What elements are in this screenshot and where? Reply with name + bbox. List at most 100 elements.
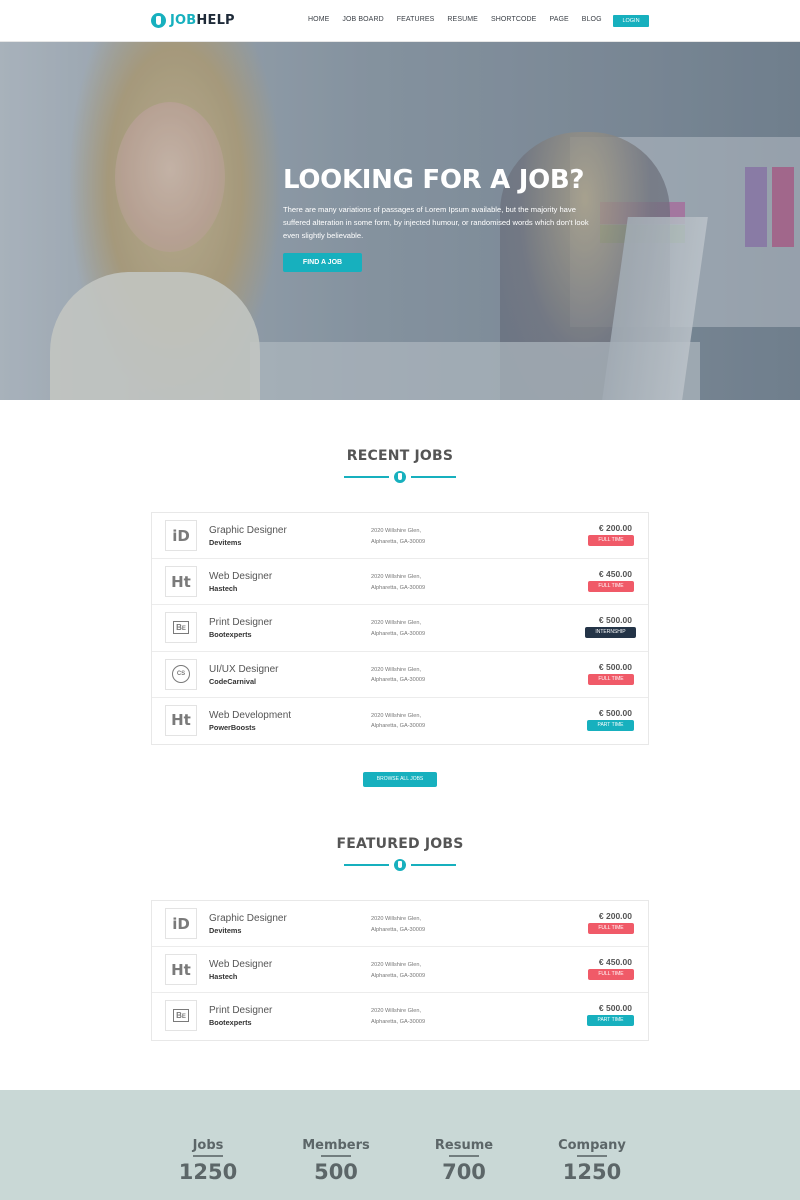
job-price: € 450.00 (598, 957, 632, 968)
find-job-button[interactable]: FIND A JOB (283, 253, 362, 272)
job-type-badge: PART TIME (587, 719, 634, 731)
job-company: CodeCarnival (209, 676, 257, 686)
job-row[interactable]: Ht Web Development PowerBoosts 2020 Willshi… (152, 698, 648, 744)
hastech-logo-icon: Ht (171, 711, 191, 730)
stat-value: 1250 (562, 1159, 622, 1184)
job-title[interactable]: Graphic Designer (209, 525, 287, 536)
job-company: Hastech (209, 972, 238, 982)
job-row[interactable]: iD Graphic Designer Devitems 2020 Willshire… (152, 513, 648, 560)
stat-label: Resume (434, 1138, 494, 1153)
company-logo: iD (165, 908, 197, 939)
logo-text: JOBHELP (170, 13, 235, 28)
company-logo: Ht (165, 954, 197, 986)
job-row[interactable]: Ht Web Designer Hastech 2020 Willshire Glen… (152, 947, 648, 994)
recent-jobs-list: iD Graphic Designer Devitems 2020 Willshire… (151, 512, 649, 745)
section-divider (344, 859, 456, 871)
job-price: € 450.00 (598, 569, 632, 580)
stat-company: Company 1250 (532, 1138, 652, 1184)
job-company: Bootexperts (209, 630, 252, 640)
job-address: 2020 Willshire Glen, Alpharetta, GA-30009 (371, 962, 426, 979)
featured-jobs-title: FEATURED JOBS (336, 836, 464, 852)
job-address: 2020 Willshire Glen, Alpharetta, GA-30009 (371, 1008, 426, 1025)
nav-blog[interactable]: BLOG (582, 16, 602, 23)
job-type-badge: INTERNSHIP (585, 627, 636, 639)
nav-job-board[interactable]: JOB BOARD (342, 16, 383, 23)
hero-text: There are many variations of passages of… (283, 205, 589, 240)
job-price: € 500.00 (598, 1003, 632, 1014)
tie-icon (151, 13, 166, 28)
job-type-badge: FULL TIME (588, 923, 634, 934)
job-address: 2020 Willshire Glen, Alpharetta, GA-30009 (371, 916, 426, 933)
section-divider (344, 471, 456, 483)
nav-features[interactable]: FEATURES (397, 16, 435, 23)
stat-value: 1250 (178, 1159, 238, 1184)
stat-jobs: Jobs 1250 (148, 1138, 268, 1184)
stat-label: Jobs (192, 1138, 224, 1153)
company-logo: BE (165, 612, 197, 644)
job-title[interactable]: Graphic Designer (209, 913, 287, 924)
tie-icon (394, 471, 406, 483)
featured-jobs-list: iD Graphic Designer Devitems 2020 Willshire… (151, 900, 649, 1041)
job-row[interactable]: iD Graphic Designer Devitems 2020 Willshire… (152, 901, 648, 948)
job-row[interactable]: Ht Web Designer Hastech 2020 Willshire Glen… (152, 559, 648, 606)
job-type-badge: FULL TIME (588, 581, 634, 593)
job-title[interactable]: Print Designer (209, 1005, 272, 1016)
job-row[interactable]: BE Print Designer Bootexperts 2020 Willshir… (152, 605, 648, 652)
stat-label: Company (558, 1138, 626, 1153)
job-address: 2020 Willshire Glen, Alpharetta, GA-30009 (371, 528, 426, 545)
stat-value: 700 (442, 1159, 486, 1184)
job-company: Devitems (209, 926, 242, 935)
recent-jobs-title: RECENT JOBS (346, 448, 454, 464)
job-row[interactable]: BE Print Designer Bootexperts 2020 Willshir… (152, 993, 648, 1039)
company-logo: Ht (165, 566, 197, 598)
job-address: 2020 Willshire Glen, Alpharetta, GA-30009 (371, 620, 426, 637)
job-type-badge: FULL TIME (588, 673, 634, 685)
job-address: 2020 Willshire Glen, Alpharetta, GA-30009 (371, 666, 426, 684)
job-company: Hastech (209, 584, 238, 594)
job-company: PowerBoosts (209, 722, 256, 732)
job-row[interactable]: CS UI/UX Designer CodeCarnival 2020 Willshi… (152, 652, 648, 698)
job-address: 2020 Willshire Glen, Alpharetta, GA-30009 (371, 574, 426, 591)
job-title[interactable]: Web Designer (209, 959, 272, 970)
devitems-logo-icon: iD (172, 914, 190, 933)
codecarnival-logo-icon: CS (172, 665, 190, 684)
devitems-logo-icon: iD (172, 526, 190, 545)
hastech-logo-icon: Ht (171, 572, 191, 591)
bootexperts-logo-icon: BE (173, 1009, 189, 1023)
hero-banner: LOOKING FOR A JOB? There are many variat… (0, 42, 800, 400)
company-logo: CS (165, 658, 197, 690)
stat-value: 500 (314, 1159, 358, 1184)
job-type-badge: FULL TIME (588, 969, 634, 981)
hastech-logo-icon: Ht (171, 960, 191, 979)
job-price: € 200.00 (598, 523, 632, 533)
job-title[interactable]: Print Designer (209, 617, 272, 628)
job-price: € 500.00 (598, 661, 632, 672)
nav-page[interactable]: PAGE (549, 16, 568, 23)
job-title[interactable]: Web Development (209, 710, 291, 721)
stat-resume: Resume 700 (404, 1138, 524, 1184)
logo[interactable]: JOBHELP (151, 13, 235, 28)
job-title[interactable]: UI/UX Designer (209, 664, 278, 675)
stats-section: Jobs 1250 Members 500 Resume 700 Company… (0, 1090, 800, 1200)
login-button[interactable]: LOGIN (613, 15, 649, 27)
job-title[interactable]: Web Designer (209, 571, 272, 582)
stat-members: Members 500 (276, 1138, 396, 1184)
site-header: JOBHELP HOME JOB BOARD FEATURES RESUME S… (0, 0, 800, 42)
job-company: Devitems (209, 538, 242, 547)
hero-content: LOOKING FOR A JOB? There are many variat… (283, 165, 613, 272)
job-price: € 500.00 (598, 707, 632, 718)
company-logo: Ht (165, 704, 197, 736)
nav-shortcode[interactable]: SHORTCODE (491, 16, 537, 23)
job-price: € 200.00 (598, 911, 632, 921)
job-company: Bootexperts (209, 1018, 252, 1028)
job-address: 2020 Willshire Glen, Alpharetta, GA-30009 (371, 712, 426, 730)
job-type-badge: FULL TIME (588, 535, 634, 546)
nav-resume[interactable]: RESUME (447, 16, 478, 23)
nav-home[interactable]: HOME (308, 16, 329, 23)
tie-icon (394, 859, 406, 871)
bootexperts-logo-icon: BE (173, 621, 189, 635)
job-type-badge: PART TIME (587, 1015, 634, 1027)
main-nav: HOME JOB BOARD FEATURES RESUME SHORTCODE… (308, 16, 662, 23)
company-logo: iD (165, 520, 197, 551)
browse-all-jobs-button[interactable]: BROWSE ALL JOBS (363, 772, 437, 787)
